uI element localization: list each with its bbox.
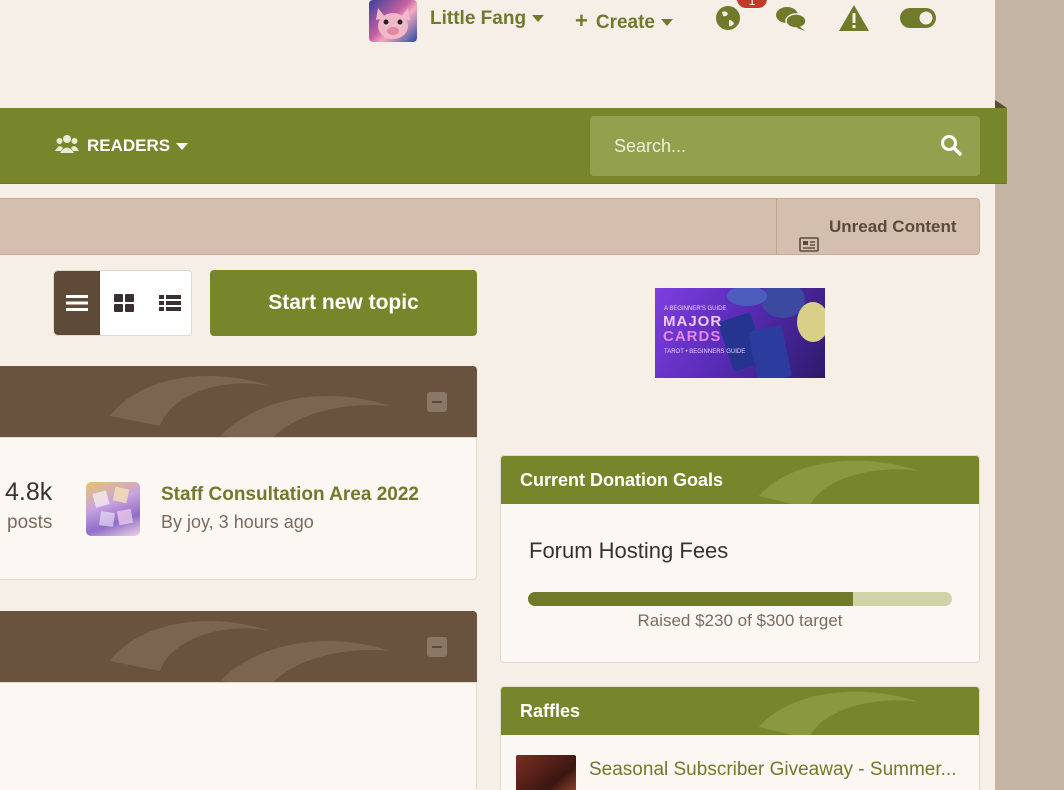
start-new-topic-button[interactable]: Start new topic (210, 270, 477, 336)
donation-progress-fill (528, 592, 854, 606)
swirl-decoration-icon (759, 691, 919, 735)
chevron-down-icon (661, 19, 674, 27)
table-view-button[interactable] (54, 271, 100, 335)
pig-avatar-icon (376, 8, 410, 39)
raffles-widget: Raffles Seasonal Subscriber Giveaway - S… (500, 686, 980, 790)
raffle-item-link[interactable]: Seasonal Subscriber Giveaway - Summer... (589, 759, 957, 781)
raffles-widget-title: Raffles (520, 701, 581, 721)
grid-view-button[interactable] (101, 271, 147, 335)
last-poster-avatar[interactable] (86, 482, 140, 536)
collapse-category-button[interactable] (427, 392, 447, 412)
create-label: Create (595, 12, 656, 33)
collapse-category-button[interactable] (427, 637, 447, 657)
last-post-meta: By joy, 3 hours ago (161, 512, 314, 532)
category-body: 4.8k posts Staff Consultation Area 2022 … (0, 437, 477, 580)
unread-content-label: Unread Content (829, 217, 957, 236)
breadcrumb-bar: Unread Content (0, 198, 980, 255)
last-post-title-link[interactable]: Staff Consultation Area 2022 (161, 484, 419, 506)
goal-name: Forum Hosting Fees (529, 538, 729, 563)
chevron-down-icon (176, 143, 189, 151)
swirl-decoration-icon (110, 376, 390, 437)
category-body (0, 682, 477, 790)
raised-text: Raised $230 of $300 target (637, 611, 843, 630)
search-box (590, 116, 980, 176)
donation-progress-bar (528, 592, 952, 606)
category-header (0, 611, 477, 682)
ad-sub-text: TAROT • BEGINNERS GUIDE (664, 349, 746, 355)
donation-widget-header: Current Donation Goals (501, 456, 979, 504)
donation-goals-widget: Current Donation Goals Forum Hosting Fee… (500, 455, 980, 663)
readers-label: READERS (87, 136, 171, 155)
collage-image (92, 486, 134, 527)
globe-icon[interactable] (714, 4, 742, 37)
post-count-label: posts (7, 512, 53, 533)
category-header (0, 366, 477, 437)
users-icon (55, 135, 79, 153)
create-menu[interactable]: + Create (575, 8, 674, 34)
unread-content-button[interactable]: Unread Content (776, 199, 979, 254)
grid-icon (114, 294, 134, 312)
list-icon (159, 295, 181, 311)
ad-title-line2: CARDS (663, 328, 722, 345)
plus-icon: + (575, 8, 588, 33)
user-avatar[interactable] (369, 0, 417, 42)
nav-item-readers[interactable]: READERS (55, 134, 189, 156)
ad-small-text: A BEGINNER'S GUIDE (664, 306, 727, 312)
main-nav: READERS (0, 108, 1007, 183)
post-count-value: 4.8k (5, 478, 53, 506)
page: Little Fang + Create 1 READERS Search...… (0, 0, 1007, 790)
list-lines-icon (66, 295, 88, 311)
raffles-widget-header: Raffles (501, 687, 979, 735)
user-menu[interactable]: Little Fang (430, 8, 545, 30)
user-name-label: Little Fang (430, 8, 527, 29)
nav-fold-decoration (995, 100, 1007, 108)
theme-toggle-icon[interactable] (900, 8, 936, 33)
search-input[interactable] (590, 116, 930, 176)
chevron-down-icon (532, 15, 545, 23)
swirl-decoration-icon (759, 460, 919, 504)
donation-widget-title: Current Donation Goals (520, 470, 724, 490)
search-icon[interactable] (940, 134, 962, 161)
advertisement-banner[interactable]: A BEGINNER'S GUIDE MAJOR CARDS TAROT • B… (655, 288, 825, 378)
raffle-thumbnail[interactable] (516, 755, 576, 790)
swirl-decoration-icon (110, 621, 390, 682)
view-toggle-group (53, 270, 192, 336)
user-bar: Little Fang + Create 1 (0, 0, 995, 50)
messages-icon[interactable] (775, 4, 807, 37)
fluid-view-button[interactable] (147, 271, 193, 335)
newspaper-icon (799, 219, 819, 274)
warning-icon[interactable] (838, 4, 870, 37)
